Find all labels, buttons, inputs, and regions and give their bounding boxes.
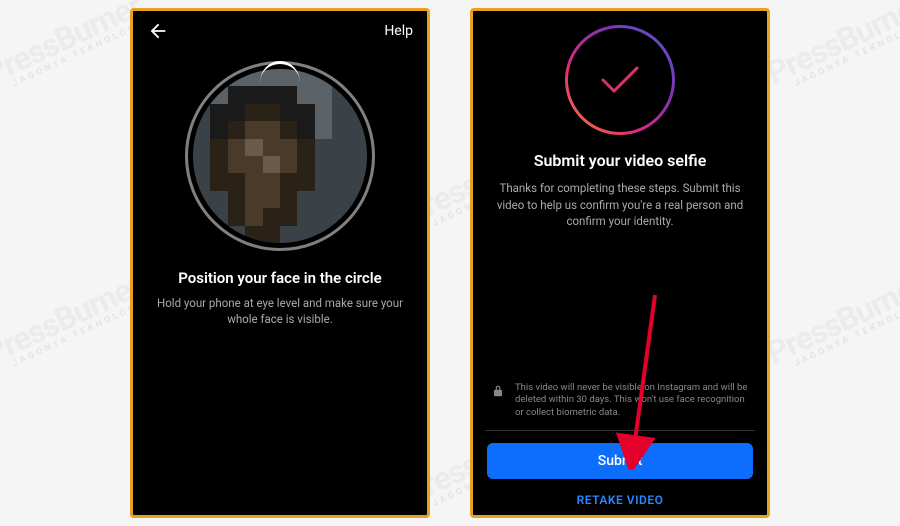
instruction-title: Position your face in the circle	[157, 269, 403, 287]
privacy-notice: This video will never be visible on Inst…	[473, 382, 767, 430]
face-capture-frame	[185, 61, 375, 251]
submit-instruction-block: Submit your video selfie Thanks for comp…	[473, 135, 767, 230]
checkmark-icon	[598, 63, 642, 97]
submit-title: Submit your video selfie	[493, 151, 747, 170]
back-button[interactable]	[147, 20, 169, 42]
success-ring	[565, 25, 675, 135]
phone-screen-1: Help Position your face i	[130, 8, 430, 518]
phone-screen-2: Submit your video selfie Thanks for comp…	[470, 8, 770, 518]
instruction-subtitle: Hold your phone at eye level and make su…	[157, 295, 403, 327]
privacy-text: This video will never be visible on Inst…	[515, 382, 749, 420]
submit-subtitle: Thanks for completing these steps. Submi…	[493, 180, 747, 230]
back-arrow-icon	[147, 20, 169, 42]
retake-video-link[interactable]: RETAKE VIDEO	[473, 479, 767, 515]
top-bar: Help	[133, 11, 427, 51]
divider	[485, 430, 755, 431]
instruction-block: Position your face in the circle Hold yo…	[133, 251, 427, 327]
submit-button[interactable]: Submit	[487, 443, 753, 479]
capture-ring	[185, 61, 375, 251]
help-link[interactable]: Help	[384, 23, 413, 39]
lock-icon	[491, 384, 505, 398]
